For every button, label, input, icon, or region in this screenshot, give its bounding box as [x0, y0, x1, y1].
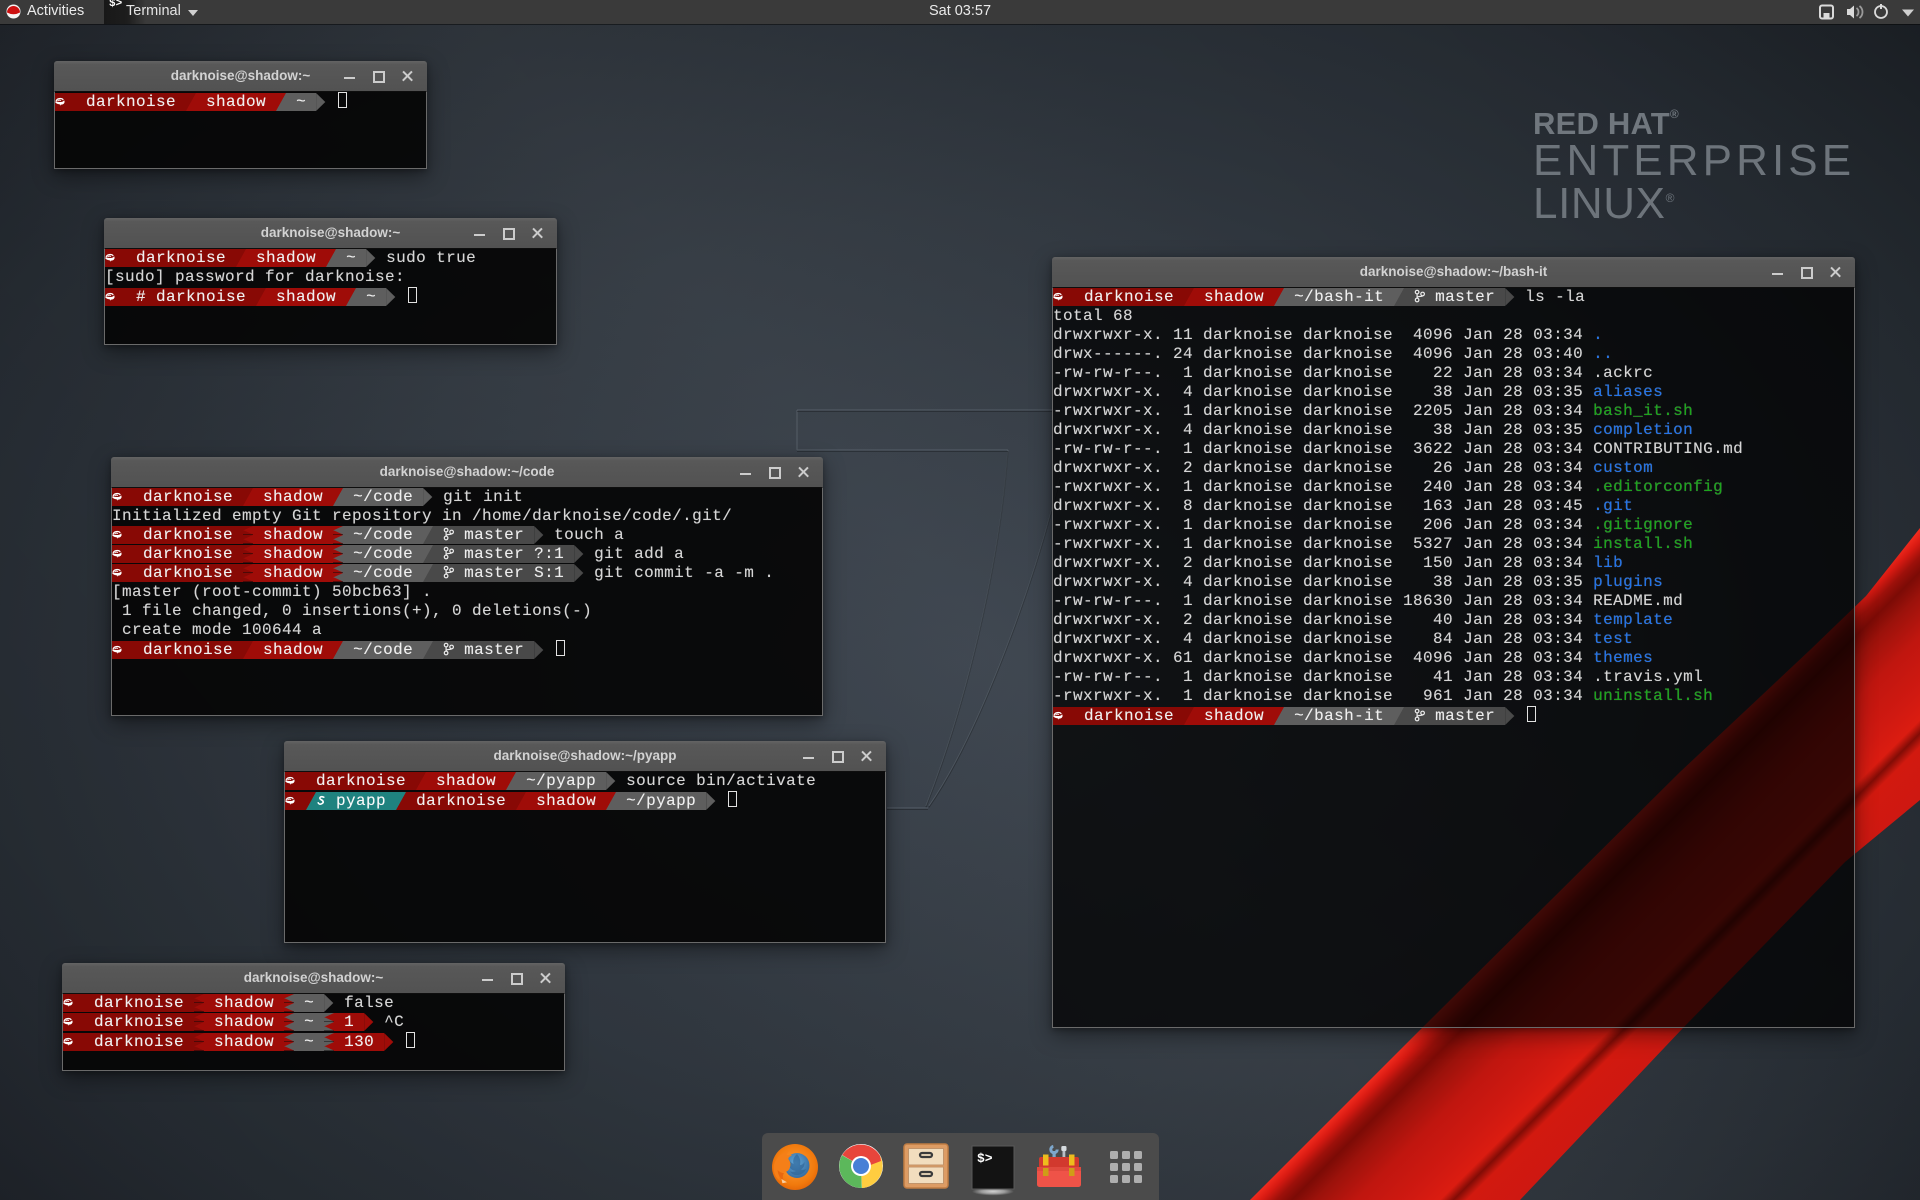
svg-text:$>: $>	[977, 1151, 993, 1166]
